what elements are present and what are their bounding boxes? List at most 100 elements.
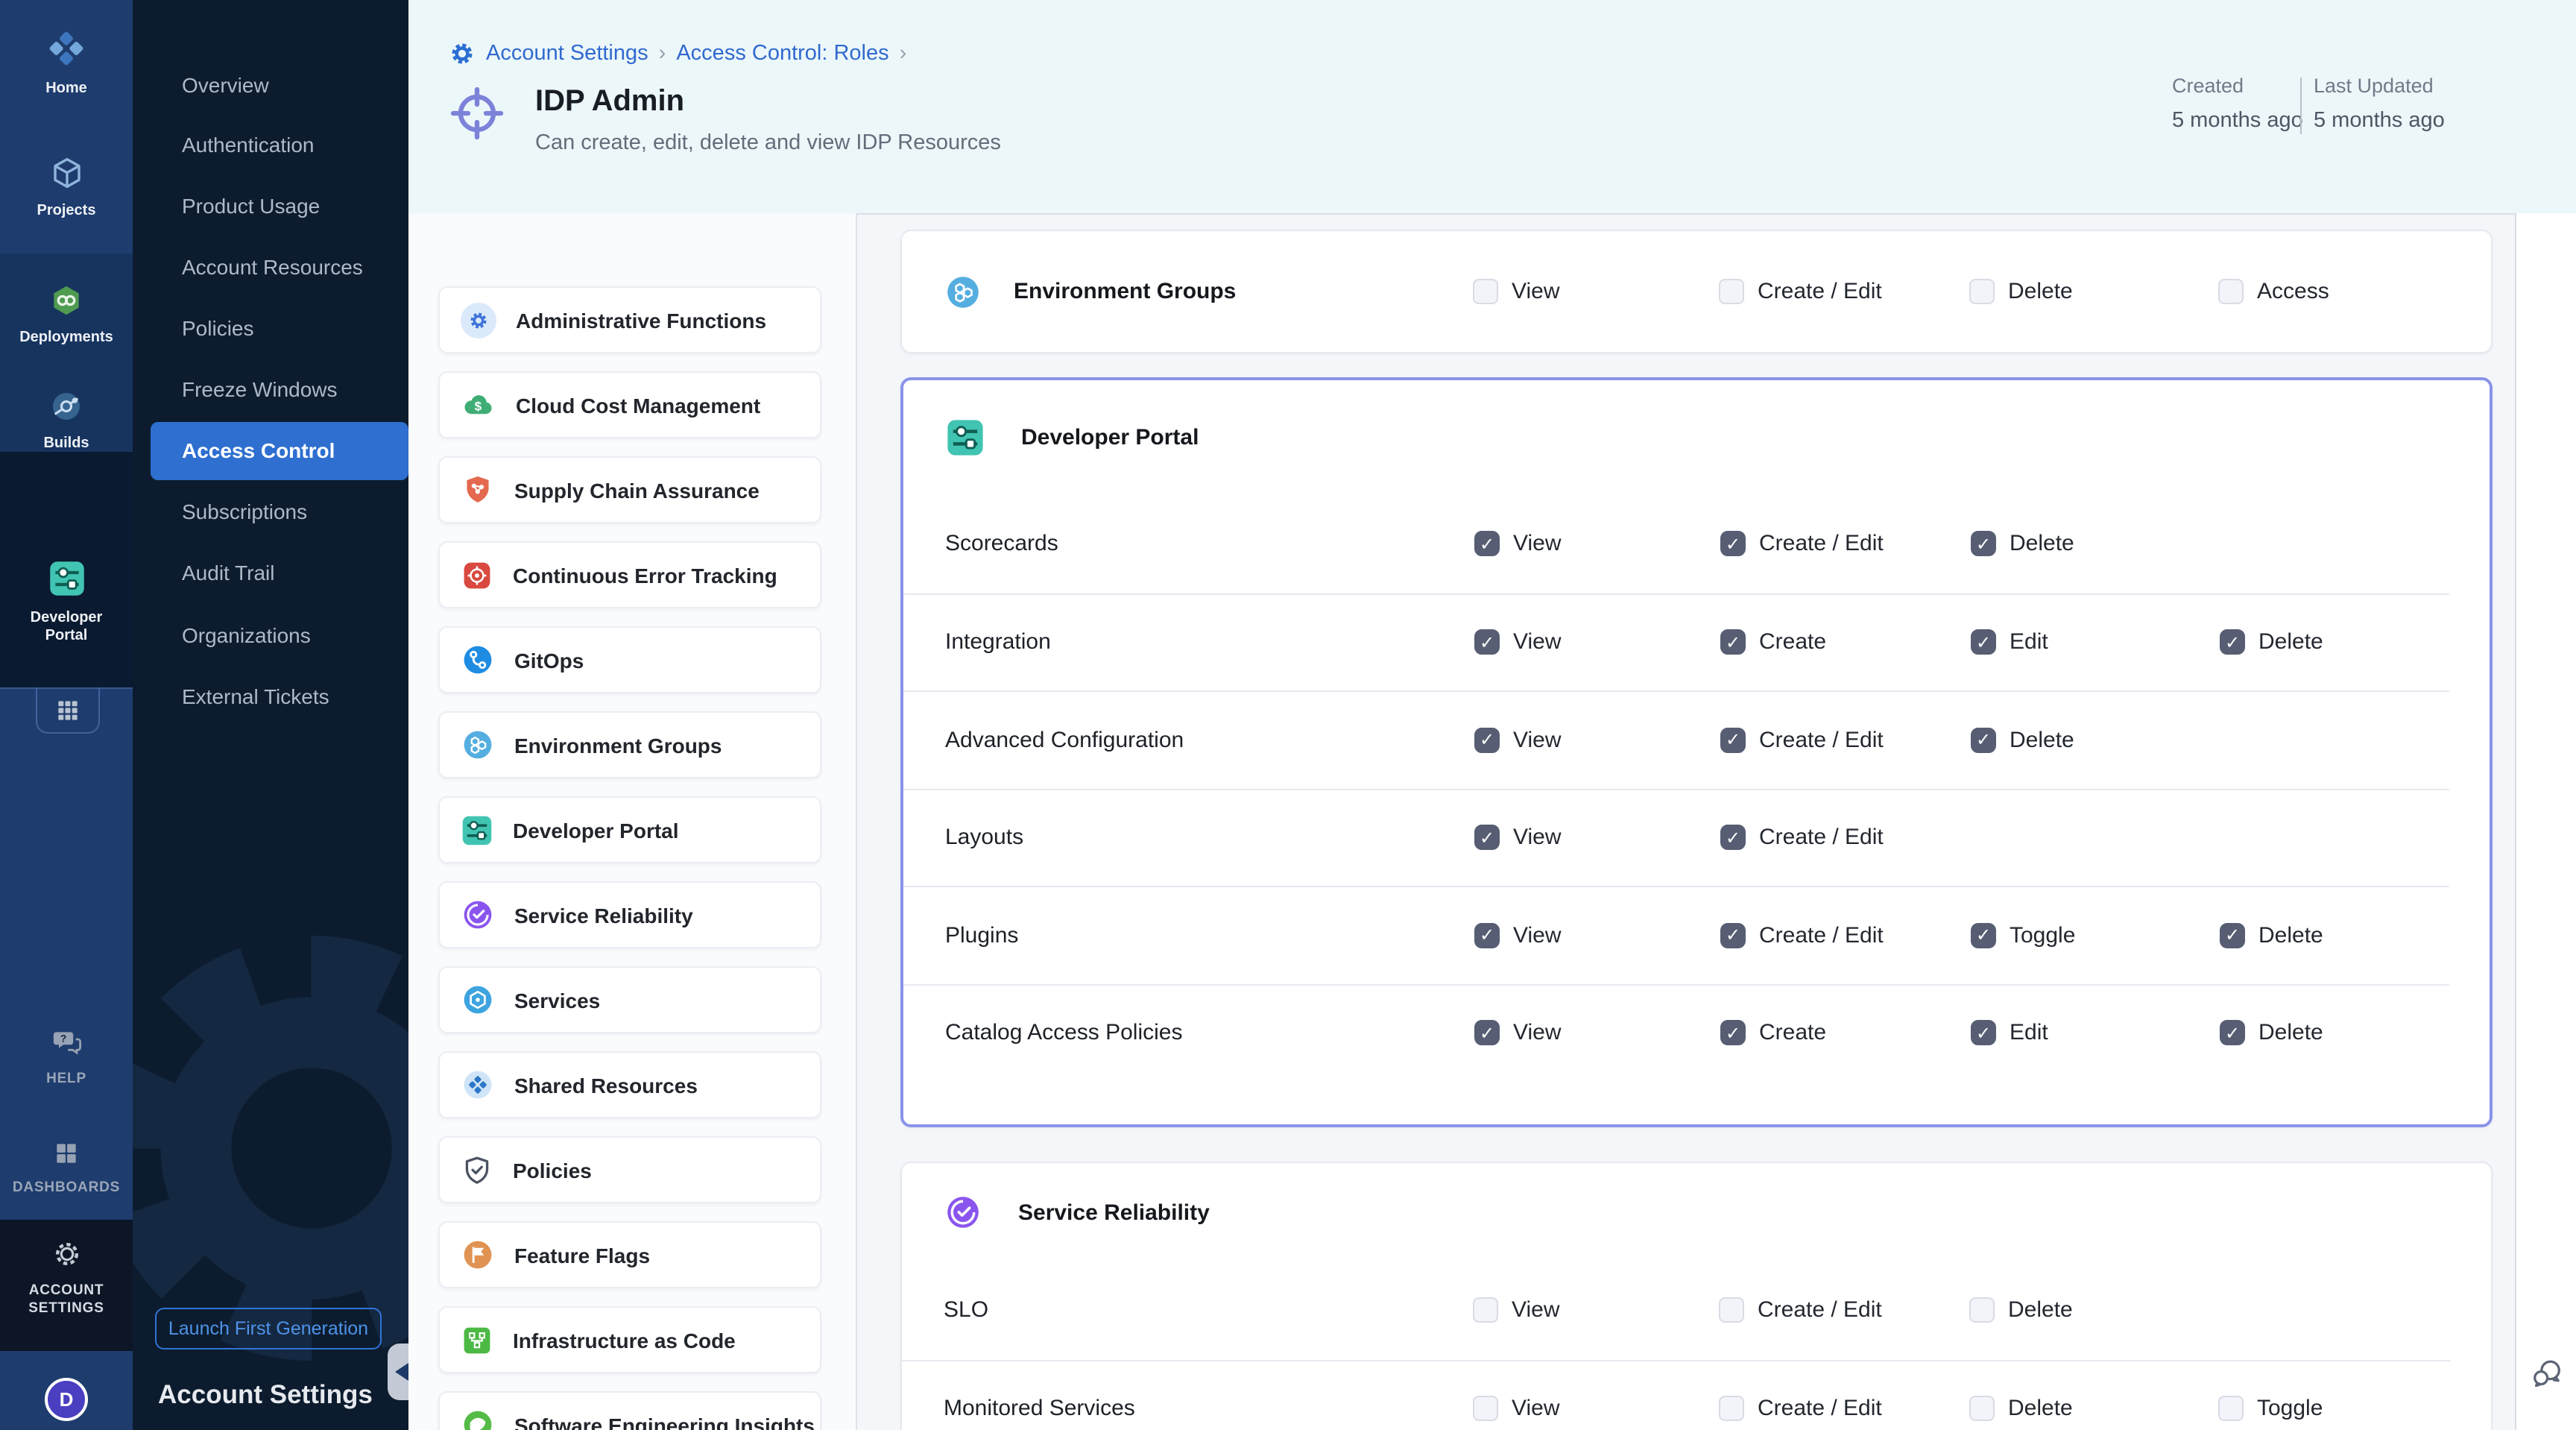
view-checkbox[interactable]	[1474, 1021, 1500, 1046]
rail-item-label: HELP	[0, 1071, 133, 1089]
support-chat-icon[interactable]	[2530, 1355, 2564, 1390]
user-avatar[interactable]: D	[45, 1378, 88, 1421]
access-checkbox[interactable]	[2218, 279, 2244, 304]
create-edit-checkbox[interactable]	[1720, 923, 1746, 948]
view-checkbox[interactable]	[1474, 923, 1500, 948]
category-software-engineering-insights[interactable]: Software Engineering Insights	[438, 1391, 821, 1430]
category-service-reliability[interactable]: Service Reliability	[438, 881, 821, 948]
create-checkbox[interactable]	[1720, 630, 1746, 655]
permission-label: Edit	[2010, 630, 2048, 655]
sidebar-item-external-tickets[interactable]: External Tickets	[133, 681, 408, 711]
services-hexagon-icon	[461, 983, 495, 1017]
sidebar-item-policies[interactable]: Policies	[133, 313, 408, 343]
delete-checkbox[interactable]	[2220, 923, 2245, 948]
rail-item-label: SETTINGS	[0, 1300, 133, 1318]
crosshair-role-icon	[447, 84, 507, 143]
row-label: Scorecards	[945, 532, 1474, 557]
category-cloud-cost-management[interactable]: Cloud Cost Management	[438, 371, 821, 438]
category-label: Administrative Functions	[516, 308, 766, 332]
permission-label: View	[1513, 728, 1562, 753]
toggle-checkbox[interactable]	[1971, 923, 1996, 948]
sidebar-item-freeze-windows[interactable]: Freeze Windows	[133, 374, 408, 404]
view-checkbox[interactable]	[1474, 728, 1500, 753]
rail-item-projects[interactable]: Projects	[0, 155, 133, 221]
category-developer-portal[interactable]: Developer Portal	[438, 796, 821, 863]
delete-checkbox[interactable]	[2220, 630, 2245, 655]
breadcrumb-link-account-settings[interactable]: Account Settings	[486, 42, 648, 66]
permission-row-advanced-configuration: Advanced Configuration View Create / Edi…	[903, 690, 2449, 788]
delete-checkbox[interactable]	[1969, 1298, 1995, 1323]
sidebar-item-subscriptions[interactable]: Subscriptions	[133, 497, 408, 526]
dashboards-grid-icon	[52, 1139, 80, 1168]
category-shared-resources[interactable]: Shared Resources	[438, 1051, 821, 1118]
create-edit-checkbox[interactable]	[1720, 825, 1746, 851]
view-checkbox[interactable]	[1473, 1298, 1498, 1323]
view-checkbox[interactable]	[1473, 279, 1498, 304]
category-policies[interactable]: Policies	[438, 1136, 821, 1203]
create-checkbox[interactable]	[1720, 1021, 1746, 1046]
rail-item-builds[interactable]: Builds	[0, 389, 133, 453]
sidebar-item-audit-trail[interactable]: Audit Trail	[133, 558, 408, 588]
edit-checkbox[interactable]	[1971, 630, 1996, 655]
module-picker-button[interactable]	[36, 687, 100, 734]
sidebar-item-authentication[interactable]: Authentication	[133, 130, 408, 160]
category-infrastructure-as-code[interactable]: Infrastructure as Code	[438, 1306, 821, 1373]
permission-label: Delete	[2258, 1021, 2323, 1046]
category-supply-chain-assurance[interactable]: Supply Chain Assurance	[438, 456, 821, 523]
launch-first-generation-button[interactable]: Launch First Generation	[155, 1308, 382, 1349]
delete-checkbox[interactable]	[1971, 728, 1996, 753]
category-administrative-functions[interactable]: Administrative Functions	[438, 286, 821, 353]
view-checkbox[interactable]	[1474, 532, 1500, 557]
delete-checkbox[interactable]	[2220, 1021, 2245, 1046]
view-checkbox[interactable]	[1474, 825, 1500, 851]
row-label: SLO	[944, 1298, 1473, 1323]
toggle-checkbox[interactable]	[2218, 1396, 2244, 1422]
rail-item-developer-portal[interactable]: Developer Portal	[0, 559, 133, 646]
permission-label: Create / Edit	[1759, 728, 1884, 753]
create-edit-checkbox[interactable]	[1719, 1298, 1744, 1323]
help-chat-icon	[50, 1026, 83, 1059]
row-label: Layouts	[945, 825, 1474, 851]
category-services[interactable]: Services	[438, 966, 821, 1033]
delete-checkbox[interactable]	[1969, 279, 1995, 304]
category-environment-groups[interactable]: Environment Groups	[438, 711, 821, 778]
right-gutter	[2515, 213, 2576, 1430]
sidebar-item-organizations[interactable]: Organizations	[133, 620, 408, 650]
create-edit-checkbox[interactable]	[1719, 279, 1744, 304]
sidebar-item-account-resources[interactable]: Account Resources	[133, 252, 408, 282]
edit-checkbox[interactable]	[1971, 1021, 1996, 1046]
rail-item-account-settings[interactable]: ACCOUNT SETTINGS	[0, 1238, 133, 1318]
developer-portal-icon	[945, 418, 985, 458]
shield-network-icon	[461, 473, 495, 507]
section-title: Service Reliability	[1018, 1200, 1210, 1225]
create-edit-checkbox[interactable]	[1720, 728, 1746, 753]
permission-header-row: Environment Groups View Create / Edit	[902, 272, 2491, 311]
category-feature-flags[interactable]: Feature Flags	[438, 1221, 821, 1288]
category-label: GitOps	[514, 648, 584, 672]
settings-sidebar: Overview Authentication Product Usage Ac…	[133, 0, 408, 1430]
breadcrumb-link-access-control-roles[interactable]: Access Control: Roles	[676, 42, 888, 66]
category-gitops[interactable]: GitOps	[438, 626, 821, 693]
view-checkbox[interactable]	[1473, 1396, 1498, 1422]
sidebar-footer-title: Account Settings	[158, 1379, 373, 1411]
avatar-initial: D	[60, 1388, 74, 1411]
delete-checkbox[interactable]	[1971, 532, 1996, 557]
create-edit-checkbox[interactable]	[1719, 1396, 1744, 1422]
create-edit-checkbox[interactable]	[1720, 532, 1746, 557]
rail-item-home[interactable]: Home	[0, 28, 133, 98]
sidebar-item-product-usage[interactable]: Product Usage	[133, 191, 408, 221]
delete-checkbox[interactable]	[1969, 1396, 1995, 1422]
view-checkbox[interactable]	[1474, 630, 1500, 655]
environment-groups-icon	[461, 728, 495, 762]
category-label: Infrastructure as Code	[513, 1328, 736, 1352]
rail-item-dashboards[interactable]: DASHBOARDS	[0, 1139, 133, 1197]
sidebar-item-overview[interactable]: Overview	[133, 70, 408, 100]
sidebar-item-access-control[interactable]: Access Control	[133, 435, 408, 465]
sidebar-collapse-handle[interactable]	[388, 1344, 408, 1400]
meta-divider	[2300, 78, 2302, 134]
page-title: IDP Admin	[535, 85, 684, 119]
rail-item-help[interactable]: HELP	[0, 1026, 133, 1089]
category-label: Shared Resources	[514, 1073, 698, 1097]
category-continuous-error-tracking[interactable]: Continuous Error Tracking	[438, 541, 821, 608]
rail-item-deployments[interactable]: Deployments	[0, 283, 133, 347]
